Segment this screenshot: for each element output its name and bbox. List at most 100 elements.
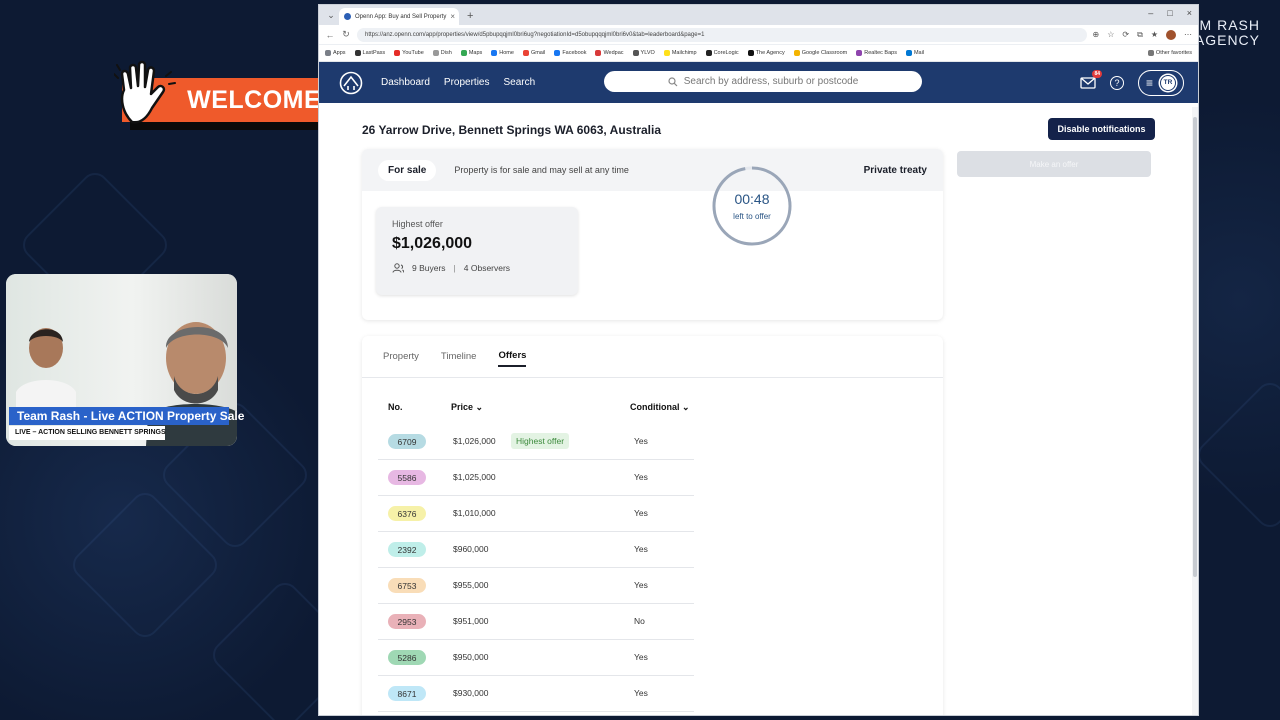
search-placeholder: Search by address, suburb or postcode: [683, 76, 859, 87]
tab-bar: ⌄ Openn App: Buy and Sell Property × + –…: [319, 5, 1198, 25]
bookmark-favicon-icon: [354, 50, 361, 56]
bookmark-item[interactable]: Dish: [432, 50, 452, 56]
table-row[interactable]: 5286 $950,000 Yes: [378, 640, 694, 676]
bookmark-item[interactable]: Maps: [460, 50, 482, 56]
new-tab-icon[interactable]: +: [459, 10, 481, 25]
tab-list-chevron-icon[interactable]: ⌄: [323, 5, 339, 25]
account-menu-button[interactable]: ≡ TR: [1138, 69, 1184, 96]
extensions-icon[interactable]: ⧉: [1137, 30, 1143, 40]
header-actions: 84 ? ≡ TR: [1080, 69, 1184, 96]
table-row[interactable]: 6753 $955,000 Yes: [378, 568, 694, 604]
sale-status-card: For sale Property is for sale and may se…: [362, 149, 943, 320]
browser-tab[interactable]: Openn App: Buy and Sell Property ×: [339, 8, 459, 25]
reload-icon[interactable]: ↻: [341, 29, 351, 40]
search-input[interactable]: Search by address, suburb or postcode: [604, 71, 922, 92]
timer-label: left to offer: [733, 212, 771, 221]
bidder-number-chip: 8671: [388, 686, 426, 701]
bookmark-item[interactable]: Other favorites: [1147, 50, 1192, 56]
bookmark-label: Facebook: [562, 50, 587, 56]
table-row[interactable]: 2392 $960,000 Yes: [378, 532, 694, 568]
mail-badge: 84: [1092, 69, 1102, 78]
bookmark-item[interactable]: The Agency: [747, 50, 785, 56]
bookmark-favicon-icon: [522, 50, 529, 56]
help-icon[interactable]: ?: [1110, 75, 1124, 90]
bookmark-item[interactable]: Mail: [905, 50, 924, 56]
timer-time: 00:48: [734, 191, 770, 207]
page-scrollbar[interactable]: [1192, 107, 1198, 715]
scrollbar-thumb[interactable]: [1193, 117, 1197, 577]
offer-price: $930,000: [453, 688, 489, 698]
bookmark-item[interactable]: Realtec Baps: [856, 50, 897, 56]
bookmark-item[interactable]: YLVO: [632, 50, 655, 56]
address-bar-icons: ⊕ ☆ ⟳ ⧉ ★ ⋯: [1093, 29, 1192, 40]
property-page: 26 Yarrow Drive, Bennett Springs WA 6063…: [319, 103, 1198, 715]
offer-price: $950,000: [453, 652, 489, 662]
url-text: https://anz.openn.com/app/properties/vie…: [365, 31, 705, 38]
bookmark-item[interactable]: CoreLogic: [705, 50, 739, 56]
nav-search[interactable]: Search: [504, 77, 536, 88]
col-header-conditional[interactable]: Conditional ⌄: [630, 402, 690, 413]
bookmark-favicon-icon: [856, 50, 863, 56]
tab-close-icon[interactable]: ×: [450, 12, 455, 21]
make-offer-button[interactable]: Make an offer: [957, 151, 1151, 177]
profile-avatar[interactable]: [1166, 29, 1176, 40]
refresh-ext-icon[interactable]: ⟳: [1122, 30, 1129, 39]
back-icon[interactable]: ←: [325, 30, 335, 40]
bookmark-label: The Agency: [755, 50, 785, 56]
bookmark-label: CoreLogic: [713, 50, 739, 56]
mail-button[interactable]: 84: [1080, 69, 1102, 90]
offer-stats: 9 Buyers | 4 Observers: [392, 263, 562, 273]
tab-property[interactable]: Property: [383, 347, 419, 366]
nav-dashboard[interactable]: Dashboard: [381, 77, 430, 88]
table-row[interactable]: 8671 $930,000 Yes: [378, 676, 694, 712]
offer-price: $955,000: [453, 580, 489, 590]
bidder-number-chip: 2953: [388, 614, 426, 629]
maximize-icon[interactable]: □: [1167, 8, 1172, 18]
tab-timeline[interactable]: Timeline: [441, 347, 477, 366]
sale-status-header: For sale Property is for sale and may se…: [362, 149, 943, 191]
favorites-icon[interactable]: ★: [1151, 30, 1158, 39]
bookmark-favicon-icon: [554, 50, 561, 56]
bookmark-item[interactable]: Home: [491, 50, 514, 56]
disable-notifications-button[interactable]: Disable notifications: [1048, 118, 1155, 140]
bookmark-item[interactable]: Wedpac: [595, 50, 624, 56]
bidder-number-chip: 5286: [388, 650, 426, 665]
col-header-price-label: Price: [451, 402, 474, 412]
bookmark-item[interactable]: Facebook: [554, 50, 586, 56]
status-description: Property is for sale and may sell at any…: [454, 165, 629, 175]
sale-method: Private treaty: [863, 164, 927, 176]
table-row[interactable]: 5586 $1,025,000 Yes: [378, 460, 694, 496]
col-header-no[interactable]: No.: [388, 402, 403, 412]
openn-logo-icon[interactable]: [339, 71, 363, 95]
bookmark-star-icon[interactable]: ☆: [1107, 30, 1114, 39]
offers-card: Property Timeline Offers No. Price ⌄ Condi…: [362, 336, 943, 715]
chevron-down-icon: ⌄: [682, 402, 690, 412]
openn-favicon-icon: [344, 13, 351, 20]
browser-window: ⌄ Openn App: Buy and Sell Property × + –…: [318, 4, 1199, 716]
zoom-icon[interactable]: ⊕: [1093, 30, 1100, 39]
col-header-conditional-label: Conditional: [630, 402, 680, 412]
url-field[interactable]: https://anz.openn.com/app/properties/vie…: [357, 27, 1087, 42]
bookmark-favicon-icon: [632, 50, 639, 56]
highest-offer-label: Highest offer: [392, 219, 443, 229]
bookmark-item[interactable]: YouTube: [394, 50, 424, 56]
bookmark-label: Mailchimp: [671, 50, 697, 56]
bidder-number-chip: 6376: [388, 506, 426, 521]
tab-offers[interactable]: Offers: [498, 346, 527, 367]
table-row[interactable]: 2953 $951,000 No: [378, 604, 694, 640]
bookmark-item[interactable]: Apps: [325, 50, 346, 56]
bookmark-favicon-icon: [905, 50, 912, 56]
minimize-icon[interactable]: –: [1148, 8, 1153, 18]
bookmark-item[interactable]: Mailchimp: [663, 50, 697, 56]
nav-properties[interactable]: Properties: [444, 77, 490, 88]
offer-conditional: Yes: [634, 652, 648, 662]
bookmark-favicon-icon: [460, 50, 467, 56]
col-header-price[interactable]: Price ⌄: [451, 402, 483, 413]
table-row[interactable]: 6709 $1,026,000 Highest offer Yes: [378, 424, 694, 460]
bookmark-item[interactable]: Google Classroom: [793, 50, 847, 56]
table-row[interactable]: 6376 $1,010,000 Yes: [378, 496, 694, 532]
bookmark-item[interactable]: Gmail: [522, 50, 545, 56]
more-menu-icon[interactable]: ⋯: [1184, 30, 1192, 39]
bookmark-item[interactable]: LastPass: [354, 50, 385, 56]
close-window-icon[interactable]: ×: [1187, 8, 1192, 18]
